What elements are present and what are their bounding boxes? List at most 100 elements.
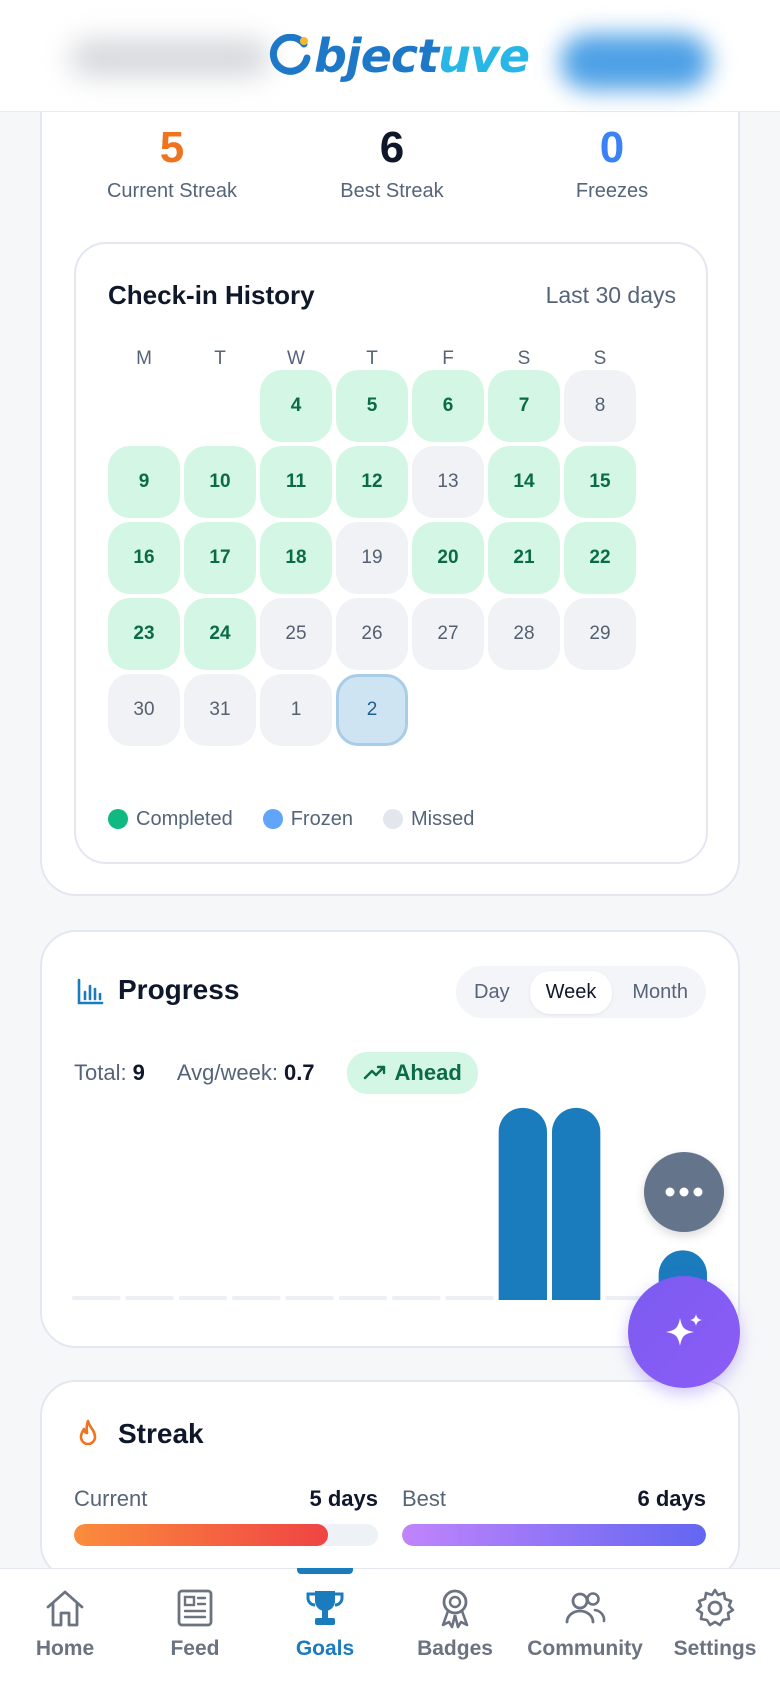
weekday-label: S bbox=[517, 348, 531, 369]
progress-title: Progress bbox=[118, 974, 240, 1005]
chart-bar-empty bbox=[392, 1296, 441, 1300]
calendar-day-completed[interactable]: 15 bbox=[564, 446, 636, 518]
bar-chart-icon bbox=[77, 978, 104, 1005]
chart-bar-empty bbox=[125, 1296, 174, 1300]
blurred-header-left bbox=[70, 40, 270, 76]
calendar-day-missed[interactable]: 8 bbox=[564, 370, 636, 442]
streak-overview-card: 5 Current Streak 6 Best Streak 0 Freezes… bbox=[40, 60, 740, 896]
calendar-day-completed[interactable]: 14 bbox=[488, 446, 560, 518]
calendar-day-completed[interactable]: 4 bbox=[260, 370, 332, 442]
progress-metrics: Total: 9 Avg/week: 0.7 Ahead bbox=[74, 1052, 478, 1094]
nav-badges[interactable]: Badges bbox=[390, 1569, 520, 1688]
calendar-day-completed[interactable]: 11 bbox=[260, 446, 332, 518]
calendar-day-missed[interactable]: 19 bbox=[336, 522, 408, 594]
progress-card: Progress Day Week Month Total: 9 Avg/week… bbox=[40, 930, 740, 1348]
logo-ring-icon bbox=[269, 34, 311, 75]
badge-icon bbox=[441, 1589, 469, 1629]
stat-label: Best Streak bbox=[340, 180, 444, 202]
best-progress-fill bbox=[402, 1524, 706, 1546]
nav-feed[interactable]: Feed bbox=[130, 1569, 260, 1688]
current-progress-fill bbox=[74, 1524, 328, 1546]
calendar-day-completed[interactable]: 21 bbox=[488, 522, 560, 594]
legend-dot bbox=[262, 809, 283, 829]
calendar-day-completed[interactable]: 24 bbox=[184, 598, 256, 670]
calendar-day-completed[interactable]: 17 bbox=[184, 522, 256, 594]
history-range: Last 30 days bbox=[545, 282, 676, 308]
weekday-label: T bbox=[214, 348, 226, 369]
nav-community[interactable]: Community bbox=[520, 1569, 650, 1688]
calendar-day-completed[interactable]: 7 bbox=[488, 370, 560, 442]
streak-best: Best 6 days bbox=[402, 1486, 706, 1546]
nav-goals[interactable]: Goals bbox=[260, 1568, 390, 1688]
period-week[interactable]: Week bbox=[529, 970, 613, 1014]
trend-up-icon bbox=[363, 1065, 385, 1080]
calendar-day-completed[interactable]: 16 bbox=[108, 522, 180, 594]
calendar-day-missed[interactable]: 13 bbox=[412, 446, 484, 518]
best-progress-track bbox=[402, 1524, 706, 1546]
calendar-day-today[interactable]: 2 bbox=[336, 674, 408, 746]
weekday-label: W bbox=[287, 348, 305, 369]
streak-title: Streak bbox=[118, 1418, 204, 1449]
calendar-day-missed[interactable]: 30 bbox=[108, 674, 180, 746]
weekday-label: S bbox=[593, 348, 607, 369]
newspaper-icon bbox=[177, 1589, 213, 1627]
calendar-day-missed[interactable]: 27 bbox=[412, 598, 484, 670]
legend-label: Missed bbox=[410, 807, 475, 830]
progress-bar-chart bbox=[72, 1107, 707, 1300]
nav-home[interactable]: Home bbox=[0, 1569, 130, 1688]
calendar-day-missed[interactable]: 28 bbox=[488, 598, 560, 670]
home-icon bbox=[46, 1590, 84, 1627]
metric-avg: Avg/week: 0.7 bbox=[176, 1060, 315, 1085]
calendar-day-completed[interactable]: 20 bbox=[412, 522, 484, 594]
legend-dot bbox=[382, 809, 403, 829]
streak-stats: 5 Current Streak 6 Best Streak 0 Freezes bbox=[42, 122, 742, 212]
calendar-day-completed[interactable]: 23 bbox=[108, 598, 180, 670]
streak-current: Current 5 days bbox=[74, 1486, 378, 1546]
period-day[interactable]: Day bbox=[458, 971, 526, 1014]
flame-icon bbox=[79, 1419, 97, 1446]
stat-value: 6 bbox=[379, 123, 405, 172]
weekday-label: F bbox=[442, 348, 454, 369]
chart-bar[interactable] bbox=[498, 1107, 547, 1300]
calendar-day-completed[interactable]: 9 bbox=[108, 446, 180, 518]
nav-settings[interactable]: Settings bbox=[650, 1569, 780, 1688]
legend-item: Missed bbox=[382, 807, 475, 831]
blurred-header-right[interactable] bbox=[560, 34, 710, 90]
chart-bar[interactable] bbox=[552, 1107, 601, 1300]
legend-item: Completed bbox=[108, 808, 233, 831]
calendar-day-missed[interactable]: 1 bbox=[260, 674, 332, 746]
status-badge: Ahead bbox=[346, 1052, 478, 1094]
calendar-day-completed[interactable]: 6 bbox=[412, 370, 484, 442]
legend-label: Frozen bbox=[290, 807, 353, 830]
trophy-icon bbox=[306, 1591, 344, 1625]
stat-value: 0 bbox=[599, 123, 625, 172]
chart-bar-empty bbox=[72, 1296, 121, 1300]
legend-item: Frozen bbox=[262, 807, 353, 831]
gear-icon bbox=[695, 1588, 735, 1627]
best-label: Best bbox=[402, 1486, 447, 1511]
calendar-day-completed[interactable]: 18 bbox=[260, 522, 332, 594]
period-month[interactable]: Month bbox=[616, 971, 704, 1014]
chart-bar-empty bbox=[178, 1296, 227, 1300]
calendar-day-completed[interactable]: 22 bbox=[564, 522, 636, 594]
history-legend: Completed Frozen Missed bbox=[108, 804, 504, 834]
stat-value: 5 bbox=[159, 123, 185, 172]
more-dots-icon bbox=[665, 1187, 703, 1197]
chart-bar-empty bbox=[232, 1296, 281, 1300]
brand-logo[interactable]: bjectuve bbox=[268, 26, 530, 86]
stat-current-streak: 5 Current Streak bbox=[62, 122, 282, 203]
calendar-day-completed[interactable]: 12 bbox=[336, 446, 408, 518]
calendar-day-missed[interactable]: 29 bbox=[564, 598, 636, 670]
calendar-day-missed[interactable]: 25 bbox=[260, 598, 332, 670]
stat-label: Current Streak bbox=[106, 180, 238, 202]
calendar-day-completed[interactable]: 5 bbox=[336, 370, 408, 442]
ai-assistant-button[interactable] bbox=[628, 1276, 740, 1388]
best-value: 6 days bbox=[637, 1486, 707, 1511]
calendar-day-completed[interactable]: 10 bbox=[184, 446, 256, 518]
more-options-button[interactable] bbox=[644, 1152, 724, 1232]
calendar-day-missed[interactable]: 26 bbox=[336, 598, 408, 670]
bottom-navigation: Home Feed Goals Badges Community Setting… bbox=[0, 1568, 780, 1688]
calendar-day-missed[interactable]: 31 bbox=[184, 674, 256, 746]
streak-card: Streak Current 5 days Best 6 days bbox=[40, 1380, 740, 1580]
metric-total: Total: 9 bbox=[74, 1060, 145, 1085]
